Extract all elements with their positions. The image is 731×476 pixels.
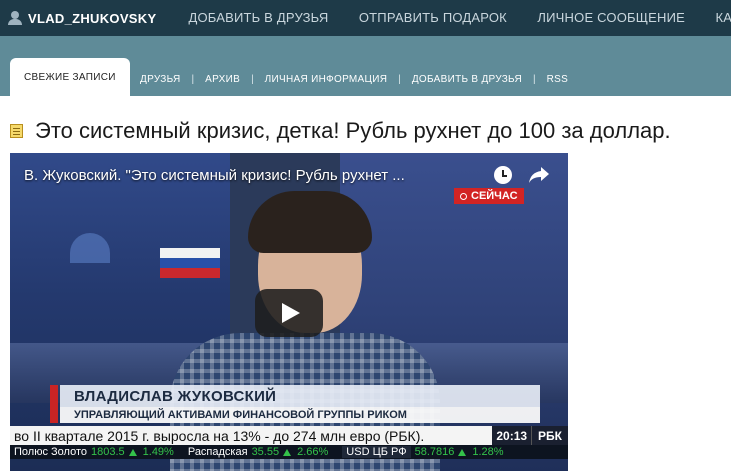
- speaker-name: ВЛАДИСЛАВ ЖУКОВСКИЙ: [60, 385, 540, 407]
- channel-logo: РБК: [531, 426, 568, 445]
- quote-usd-value: 58.7816: [414, 446, 455, 458]
- tab-profile-info[interactable]: ЛИЧНАЯ ИНФОРМАЦИЯ: [265, 74, 388, 85]
- stock-quotes-bar: Полюс Золото 1803.5 1.49% Распадская 35.…: [10, 445, 568, 459]
- quote-gold-change: 1.49%: [142, 446, 174, 458]
- live-badge: СЕЙЧАС: [454, 188, 524, 204]
- live-label: СЕЙЧАС: [471, 190, 518, 202]
- video-player[interactable]: В. Жуковский. "Это системный кризис! Руб…: [10, 153, 568, 471]
- up-arrow-icon: [458, 448, 467, 456]
- play-button[interactable]: [255, 289, 323, 337]
- top-nav-menu: ДОБАВИТЬ В ДРУЗЬЯ ОТПРАВИТЬ ПОДАРОК ЛИЧН…: [188, 9, 731, 27]
- quote-raspad-label: Распадская: [187, 446, 248, 458]
- nav-send-gift[interactable]: ОТПРАВИТЬ ПОДАРОК: [359, 10, 507, 25]
- tab-rss[interactable]: RSS: [547, 74, 568, 85]
- lower-third-caption: ВЛАДИСЛАВ ЖУКОВСКИЙ УПРАВЛЯЮЩИЙ АКТИВАМИ…: [50, 385, 540, 425]
- post-header: Это системный кризис, детка! Рубль рухне…: [10, 118, 671, 144]
- up-arrow-icon: [283, 448, 292, 456]
- user-icon: [8, 11, 22, 25]
- quote-raspad-value: 35.55: [251, 446, 280, 458]
- live-dot-icon: [460, 192, 467, 200]
- tab-archive[interactable]: АРХИВ: [205, 74, 240, 85]
- nav-add-friend[interactable]: ДОБАВИТЬ В ДРУЗЬЯ: [188, 10, 328, 25]
- broadcast-time: 20:13: [492, 426, 532, 445]
- share-icon[interactable]: [528, 165, 550, 185]
- quote-gold-label: Полюс Золото: [14, 446, 87, 458]
- post-entry-icon: [10, 124, 23, 138]
- nav-separator: |: [533, 74, 536, 85]
- nav-calendar[interactable]: КАЛЕНДАРЬ: [716, 10, 731, 25]
- watch-later-icon[interactable]: [494, 166, 512, 184]
- nav-separator: |: [398, 74, 401, 85]
- tab-recent-entries[interactable]: СВЕЖИЕ ЗАПИСИ: [10, 58, 130, 96]
- nav-separator: |: [191, 74, 195, 85]
- nav-separator: |: [251, 74, 254, 85]
- video-title[interactable]: В. Жуковский. "Это системный кризис! Руб…: [24, 167, 405, 184]
- news-ticker: во II квартале 2015 г. выросла на 13% - …: [10, 426, 568, 445]
- russian-flag: [160, 248, 220, 278]
- up-arrow-icon: [128, 448, 137, 456]
- user-profile-link[interactable]: VLAD_ZHUKOVSKY: [0, 11, 156, 26]
- quote-usd-change: 1.28%: [472, 446, 504, 458]
- journal-subnav: ДРУЗЬЯ | АРХИВ | ЛИЧНАЯ ИНФОРМАЦИЯ | ДОБ…: [140, 74, 568, 85]
- quote-gold-value: 1803.5: [90, 446, 125, 458]
- tab-add-friend[interactable]: ДОБАВИТЬ В ДРУЗЬЯ: [412, 74, 522, 85]
- post-title[interactable]: Это системный кризис, детка! Рубль рухне…: [35, 118, 671, 144]
- ticker-text: во II квартале 2015 г. выросла на 13% - …: [14, 427, 425, 444]
- speaker-role: УПРАВЛЯЮЩИЙ АКТИВАМИ ФИНАНСОВОЙ ГРУППЫ Р…: [60, 407, 540, 423]
- top-navigation-bar: VLAD_ZHUKOVSKY ДОБАВИТЬ В ДРУЗЬЯ ОТПРАВИ…: [0, 0, 731, 36]
- presenter-hair: [248, 191, 372, 253]
- nav-private-message[interactable]: ЛИЧНОЕ СООБЩЕНИЕ: [537, 10, 685, 25]
- journal-tabs-bar: СВЕЖИЕ ЗАПИСИ ДРУЗЬЯ | АРХИВ | ЛИЧНАЯ ИН…: [0, 36, 731, 96]
- username[interactable]: VLAD_ZHUKOVSKY: [28, 11, 156, 26]
- quote-usd-label: USD ЦБ РФ: [342, 446, 411, 458]
- lower-third-accent: [50, 385, 58, 423]
- quote-raspad-change: 2.66%: [297, 446, 329, 458]
- tab-friends[interactable]: ДРУЗЬЯ: [140, 74, 181, 85]
